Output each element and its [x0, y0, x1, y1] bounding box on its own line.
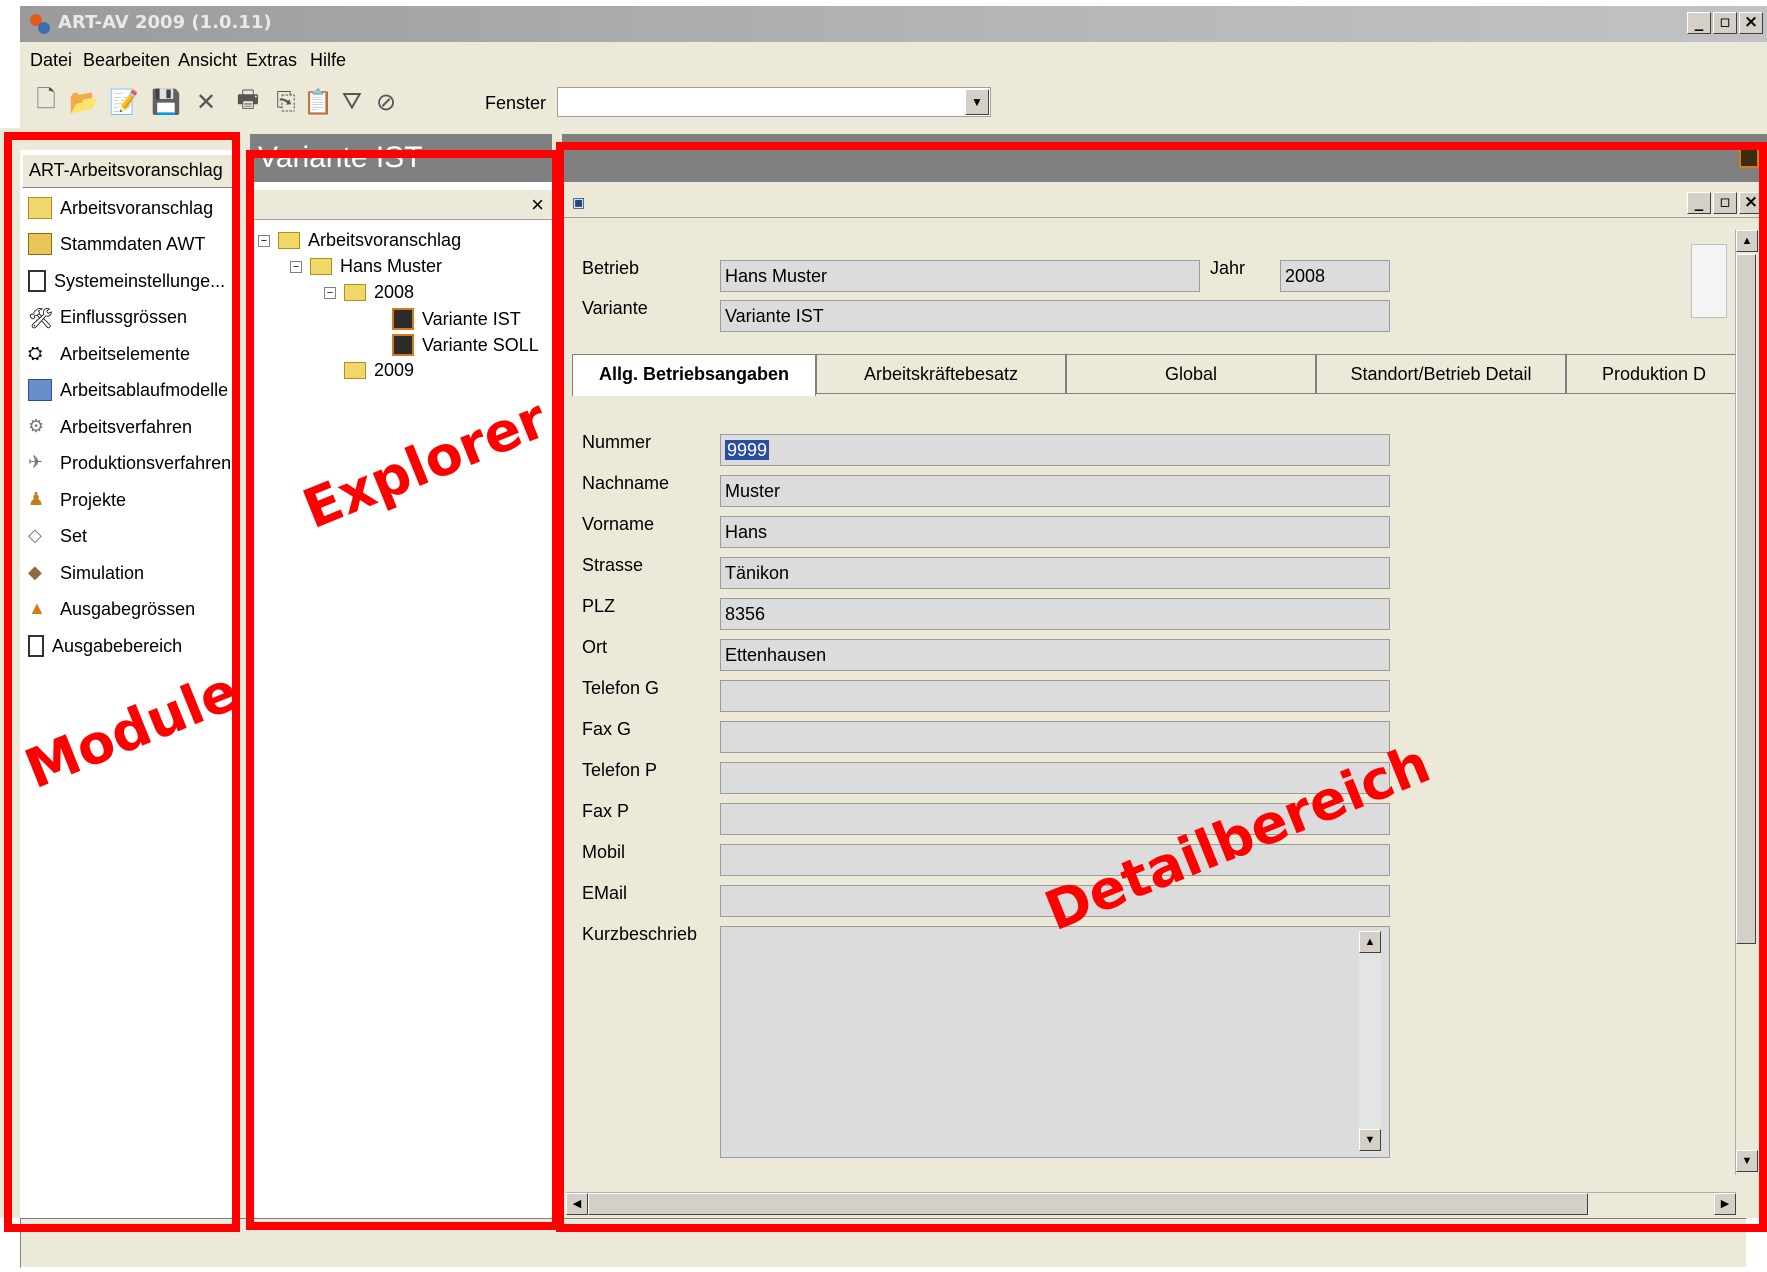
application-window: ART-AV 2009 (1.0.11) _ ▫ × Datei Bearbei… [0, 0, 1767, 1272]
print-icon[interactable]: 🖶 [232, 86, 264, 118]
app-logo-icon [30, 14, 50, 34]
new-icon[interactable]: 🗋 [30, 86, 62, 118]
minimize-button[interactable]: _ [1687, 12, 1711, 34]
delete-icon[interactable]: ✕ [190, 86, 222, 118]
notes-icon[interactable]: 📝 [108, 86, 140, 118]
menu-ansicht[interactable]: Ansicht [178, 50, 237, 71]
menu-datei[interactable]: Datei [30, 50, 72, 71]
toolbar: 🗋 📂 📝 💾 ✕ 🖶 ⎘ 📋 ⛛ ⊘ Fenster ▼ [20, 78, 1767, 128]
save-icon[interactable]: 💾 [150, 86, 182, 118]
menu-hilfe[interactable]: Hilfe [310, 50, 346, 71]
menu-bar: Datei Bearbeiten Ansicht Extras Hilfe [20, 42, 1767, 78]
menu-bearbeiten[interactable]: Bearbeiten [83, 50, 170, 71]
detail-highlight-box [556, 142, 1767, 1232]
clear-filter-icon[interactable]: ⊘ [370, 86, 402, 118]
fenster-dropdown[interactable]: ▼ [557, 87, 991, 117]
filter-icon[interactable]: ⛛ [336, 86, 368, 118]
restore-button[interactable]: ▫ [1713, 12, 1737, 34]
chevron-down-icon[interactable]: ▼ [965, 89, 989, 115]
tab-allg-betriebsangaben[interactable]: Allg. Betriebsangaben [572, 354, 816, 396]
menu-extras[interactable]: Extras [246, 50, 297, 71]
paste-icon[interactable]: 📋 [302, 86, 334, 118]
window-title: ART-AV 2009 (1.0.11) [58, 12, 272, 33]
explorer-highlight-box [246, 150, 560, 1230]
copy-icon[interactable]: ⎘ [270, 86, 302, 118]
close-button[interactable]: × [1739, 12, 1763, 34]
fenster-label: Fenster [485, 93, 547, 113]
title-bar: ART-AV 2009 (1.0.11) _ ▫ × [20, 6, 1767, 42]
open-icon[interactable]: 📂 [68, 86, 100, 118]
